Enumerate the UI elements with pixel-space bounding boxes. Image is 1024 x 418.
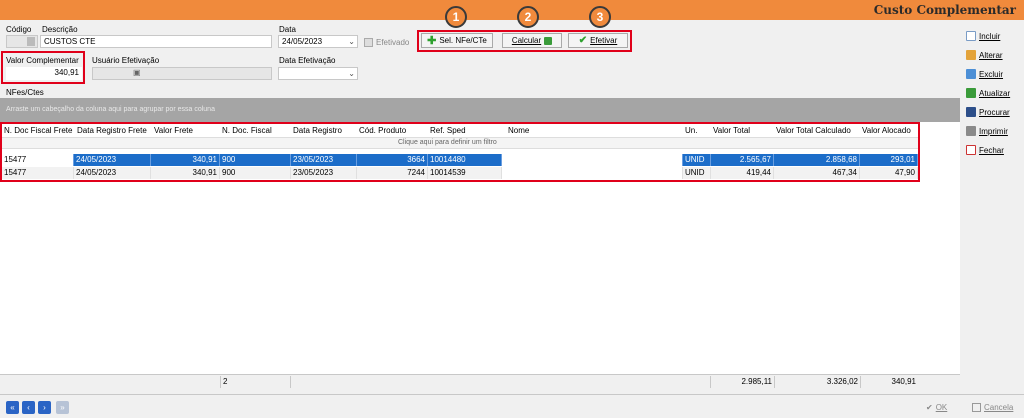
codigo-label: Código: [6, 25, 32, 34]
excluir-button[interactable]: Excluir: [966, 66, 1020, 82]
bottom-bar: « ‹ › » ✔ OK Cancela: [0, 394, 1024, 418]
chevron-down-icon[interactable]: ⌄: [348, 37, 355, 46]
window-title: Custo Complementar: [873, 3, 1016, 17]
column-header[interactable]: N. Doc. Fiscal: [222, 126, 272, 135]
descricao-label: Descrição: [42, 25, 78, 34]
cancel-button[interactable]: Cancela: [972, 400, 1013, 415]
efetivado-checkbox[interactable]: [364, 38, 373, 47]
column-header[interactable]: Valor Total Calculado: [776, 126, 851, 135]
title-bar: Custo Complementar: [0, 0, 1024, 20]
refresh-icon: [966, 88, 976, 98]
codigo-field[interactable]: [6, 35, 38, 48]
data-efetivacao-label: Data Efetivação: [279, 56, 336, 65]
step-marker-1: 1: [445, 6, 467, 28]
filter-row[interactable]: Clique aqui para definir um filtro: [2, 137, 918, 149]
data-efetivacao-field[interactable]: ⌄: [278, 67, 358, 80]
efetivado-label: Efetivado: [376, 38, 410, 47]
data-field[interactable]: 24/05/2023 ⌄: [278, 35, 358, 48]
filter-hint: Clique aqui para definir um filtro: [398, 139, 497, 146]
step-marker-2: 2: [517, 6, 539, 28]
atualizar-button[interactable]: Atualizar: [966, 85, 1020, 101]
document-icon: [966, 31, 976, 41]
action-sidebar: Incluir Alterar Excluir Atualizar Procur…: [962, 20, 1024, 392]
footer-valor-total: 2.985,11: [710, 376, 774, 388]
usuario-efetivacao-field[interactable]: ▣: [92, 67, 272, 80]
column-header[interactable]: Nome: [508, 126, 529, 135]
column-header[interactable]: Valor Alocado: [862, 126, 911, 135]
column-header[interactable]: Data Registro Frete: [77, 126, 147, 135]
check-icon: ✔: [926, 403, 933, 412]
chevron-down-icon[interactable]: ⌄: [348, 69, 355, 78]
fechar-button[interactable]: Fechar: [966, 142, 1020, 158]
previous-record-icon[interactable]: ‹: [22, 401, 35, 414]
table-row[interactable]: 15477 24/05/2023 340,91 900 23/05/2023 7…: [2, 167, 918, 179]
column-header[interactable]: Ref. Sped: [430, 126, 466, 135]
calcular-button[interactable]: Calcular: [502, 33, 562, 48]
step-marker-3: 3: [589, 6, 611, 28]
alterar-button[interactable]: Alterar: [966, 47, 1020, 63]
section-label: NFes/Ctes: [6, 88, 44, 97]
imprimir-button[interactable]: Imprimir: [966, 123, 1020, 139]
binoculars-icon: [966, 107, 976, 117]
valor-complementar-label: Valor Complementar: [6, 56, 79, 65]
group-by-panel[interactable]: Arraste um cabeçalho da coluna aqui para…: [0, 98, 960, 122]
sel-nfe-button[interactable]: ✚ Sel. NFe/CTe: [421, 33, 493, 48]
nfe-grid: N. Doc Fiscal Frete Data Registro Frete …: [0, 122, 960, 374]
printer-icon: [966, 126, 976, 136]
column-header[interactable]: Data Registro: [293, 126, 342, 135]
group-hint: Arraste um cabeçalho da coluna aqui para…: [6, 106, 215, 113]
first-record-icon[interactable]: «: [6, 401, 19, 414]
valor-complementar-field[interactable]: 340,91: [6, 67, 82, 80]
column-header[interactable]: N. Doc Fiscal Frete: [4, 126, 72, 135]
cancel-icon: [972, 403, 981, 412]
incluir-button[interactable]: Incluir: [966, 28, 1020, 44]
grid-footer: 2 2.985,11 3.326,02 340,91: [0, 374, 960, 388]
calculator-icon: [544, 36, 553, 45]
last-record-icon[interactable]: »: [56, 401, 69, 414]
plus-icon: ✚: [427, 35, 437, 47]
ok-button[interactable]: ✔ OK: [926, 400, 947, 415]
column-header[interactable]: Cód. Produto: [359, 126, 406, 135]
data-label: Data: [279, 25, 296, 34]
check-icon: ✔: [578, 35, 588, 46]
footer-valor-total-calculado: 3.326,02: [774, 376, 860, 388]
pencil-icon: [966, 50, 976, 60]
close-window-icon: [966, 145, 976, 155]
column-header[interactable]: Valor Frete: [154, 126, 193, 135]
delete-icon: [966, 69, 976, 79]
column-header[interactable]: Valor Total: [713, 126, 750, 135]
efetivar-button[interactable]: ✔ Efetivar: [568, 33, 628, 48]
binoculars-icon[interactable]: ▣: [133, 68, 141, 77]
procurar-button[interactable]: Procurar: [966, 104, 1020, 120]
row-count: 2: [220, 376, 290, 388]
descricao-field[interactable]: CUSTOS CTE: [40, 35, 272, 48]
column-header[interactable]: Un.: [685, 126, 697, 135]
footer-valor-alocado: 340,91: [860, 376, 918, 388]
table-row[interactable]: 15477 24/05/2023 340,91 900 23/05/2023 3…: [2, 154, 918, 166]
next-record-icon[interactable]: ›: [38, 401, 51, 414]
usuario-efetivacao-label: Usuário Efetivação: [92, 56, 160, 65]
